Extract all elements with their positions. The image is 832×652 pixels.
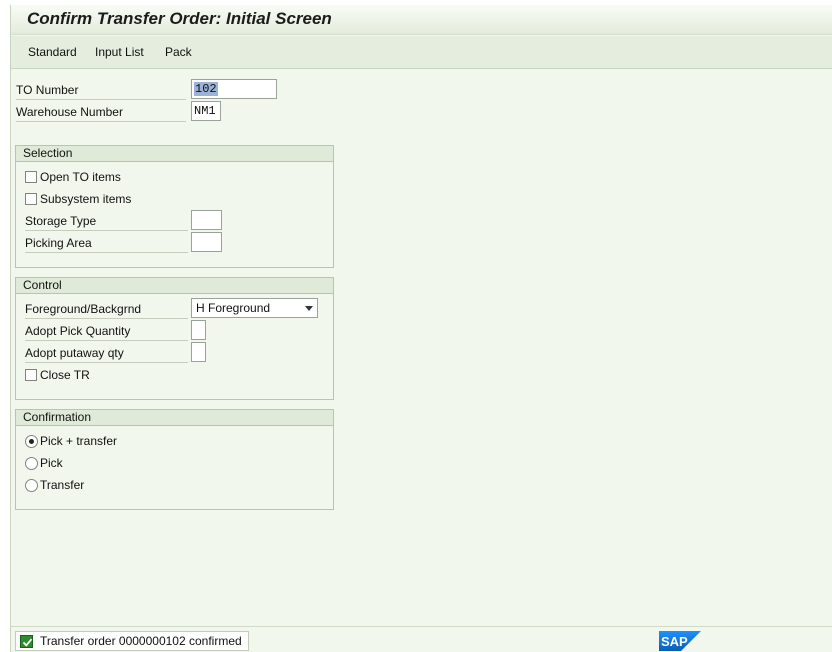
status-bar: Transfer order 0000000102 confirmed SAP [11, 626, 832, 652]
adopt-putaway-qty-label: Adopt putaway qty [25, 343, 188, 363]
to-number-label: TO Number [16, 80, 186, 100]
control-group-title: Control [16, 278, 333, 294]
picking-area-label: Picking Area [25, 233, 188, 253]
status-message-text: Transfer order 0000000102 confirmed [40, 634, 242, 648]
fg-bg-select[interactable]: H Foreground [191, 298, 318, 318]
open-to-items-checkbox[interactable] [25, 171, 37, 183]
fg-bg-label: Foreground/Backgrnd [25, 299, 188, 319]
pick-transfer-radio[interactable] [25, 435, 38, 448]
application-toolbar: Standard Input List Pack [11, 36, 832, 69]
warehouse-number-value: NM1 [194, 104, 216, 118]
transfer-label: Transfer [40, 478, 85, 492]
to-number-value: 102 [194, 82, 218, 96]
confirmation-group-title: Confirmation [16, 410, 333, 426]
svg-text:SAP: SAP [661, 634, 688, 649]
to-number-field[interactable]: 102 [191, 79, 277, 99]
adopt-putaway-qty-field[interactable] [191, 342, 206, 362]
fg-bg-value: H Foreground [196, 301, 271, 315]
control-group: Control Foreground/Backgrnd H Foreground… [15, 277, 334, 400]
standard-button[interactable]: Standard [28, 45, 77, 59]
confirmation-group: Confirmation Pick + transfer Pick Transf… [15, 409, 334, 510]
title-bar: Confirm Transfer Order: Initial Screen [11, 5, 832, 35]
transfer-radio[interactable] [25, 479, 38, 492]
close-tr-checkbox[interactable] [25, 369, 37, 381]
warehouse-number-label: Warehouse Number [16, 102, 186, 122]
picking-area-field[interactable] [191, 232, 222, 252]
chevron-down-icon [305, 306, 313, 311]
warehouse-number-field[interactable]: NM1 [191, 101, 221, 121]
pick-transfer-label: Pick + transfer [40, 434, 118, 448]
success-check-icon [20, 635, 33, 648]
status-message[interactable]: Transfer order 0000000102 confirmed [15, 631, 249, 651]
page-title: Confirm Transfer Order: Initial Screen [27, 9, 332, 28]
input-list-button[interactable]: Input List [95, 45, 144, 59]
pack-button[interactable]: Pack [165, 45, 192, 59]
sap-logo-icon: SAP [659, 631, 701, 651]
sap-window: Confirm Transfer Order: Initial Screen S… [10, 5, 832, 652]
pick-radio[interactable] [25, 457, 38, 470]
close-tr-label: Close TR [40, 368, 90, 382]
subsystem-items-checkbox[interactable] [25, 193, 37, 205]
storage-type-field[interactable] [191, 210, 222, 230]
adopt-pick-qty-label: Adopt Pick Quantity [25, 321, 188, 341]
open-to-items-label: Open TO items [40, 170, 121, 184]
selection-group-title: Selection [16, 146, 333, 162]
subsystem-items-label: Subsystem items [40, 192, 132, 206]
adopt-pick-qty-field[interactable] [191, 320, 206, 340]
pick-label: Pick [40, 456, 63, 470]
selection-group: Selection Open TO items Subsystem items … [15, 145, 334, 268]
storage-type-label: Storage Type [25, 211, 188, 231]
